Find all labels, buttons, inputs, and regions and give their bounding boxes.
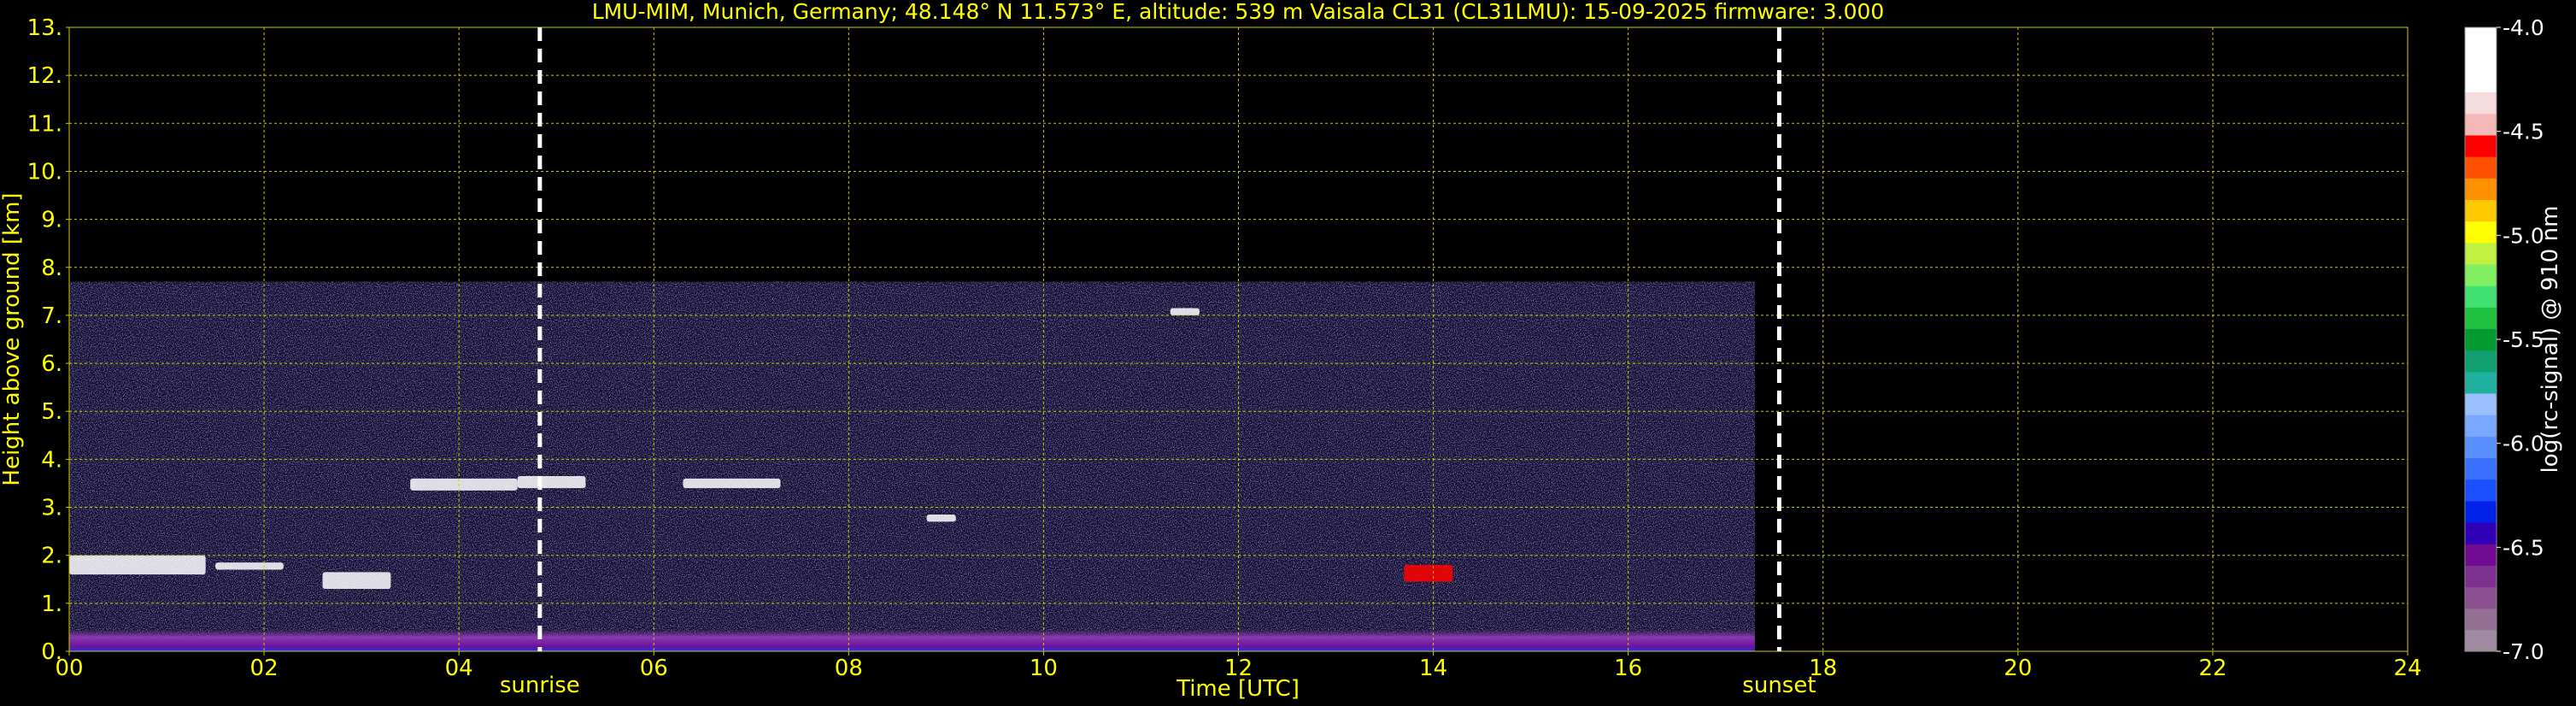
ceilometer-chart: sunrise sunset 0.1.2.3.4.5.6.7.8.9.10.11.…	[0, 0, 2576, 706]
colorbar-segment	[2465, 629, 2497, 652]
colorbar-segment	[2465, 221, 2497, 244]
cloud-feature-6	[683, 478, 781, 489]
colorbar-tick-label: -4.0	[2503, 15, 2544, 40]
colorbar-segment	[2465, 263, 2497, 286]
colorbar-segment	[2465, 608, 2497, 631]
y-tick-label: 12.	[27, 63, 62, 89]
colorbar-segment	[2465, 328, 2497, 351]
colorbar-segment	[2465, 242, 2497, 265]
colorbar-segment	[2465, 156, 2497, 179]
x-tick-label: 08	[835, 656, 863, 681]
colorbar-segment	[2465, 134, 2497, 157]
sunrise-label: sunrise	[500, 673, 580, 698]
colorbar-segment	[2465, 49, 2497, 71]
backscatter-field	[69, 281, 1755, 651]
colorbar-segment	[2465, 307, 2497, 330]
y-tick-label: 10.	[27, 159, 62, 185]
chart-title: LMU-MIM, Munich, Germany; 48.148° N 11.5…	[592, 0, 1885, 24]
x-tick-label: 24	[2393, 656, 2421, 681]
colorbar-segment	[2465, 91, 2497, 115]
cloud-feature-4	[410, 478, 518, 491]
x-tick-label: 16	[1614, 656, 1642, 681]
colorbar-tick-label: -6.5	[2503, 535, 2544, 560]
cloud-feature-7	[926, 514, 956, 522]
colorbar-segment	[2465, 285, 2497, 308]
y-tick-label: 9.	[41, 208, 62, 233]
x-tick-label: 04	[445, 656, 473, 681]
colorbar-segment	[2465, 565, 2497, 588]
y-tick-label: 11.	[27, 111, 62, 137]
y-tick-label: 13.	[27, 15, 62, 41]
signal-noise	[69, 281, 1755, 651]
x-tick-label: 20	[2004, 656, 2032, 681]
x-tick-label: 18	[1809, 656, 1837, 681]
y-axis-label: Height above ground [km]	[0, 192, 25, 485]
x-tick-label: 14	[1419, 656, 1447, 681]
x-tick-label: 22	[2198, 656, 2227, 681]
x-tick-label: 06	[640, 656, 668, 681]
colorbar-segment	[2465, 392, 2497, 415]
colorbar-label: log(rc-signal) @ 910 nm	[2538, 206, 2563, 474]
colorbar-segment	[2465, 586, 2497, 609]
colorbar-segment	[2465, 500, 2497, 523]
colorbar-segment	[2465, 178, 2497, 200]
y-tick-label: 1.	[41, 591, 62, 617]
cloud-feature-8	[1170, 308, 1200, 315]
cloud-feature-5	[517, 476, 586, 489]
colorbar-segment	[2465, 113, 2497, 136]
cloud-feature-2	[215, 562, 284, 570]
y-tick-label: 3.	[41, 496, 62, 521]
colorbar-segment	[2465, 521, 2497, 544]
colorbar-segment	[2465, 479, 2497, 502]
x-tick-label: 02	[250, 656, 279, 681]
x-tick-label: 10	[1030, 656, 1058, 681]
x-tick-label: 00	[55, 656, 83, 681]
sunset-label: sunset	[1742, 673, 1816, 698]
y-tick-label: 6.	[41, 351, 62, 377]
colorbar-segment	[2465, 457, 2497, 480]
cloud-feature-1	[69, 555, 206, 575]
colorbar-segment	[2465, 199, 2497, 222]
x-axis-label: Time [UTC]	[1176, 676, 1300, 702]
colorbar-segment	[2465, 70, 2497, 93]
colorbar-segment	[2465, 415, 2497, 437]
colorbar-segment	[2465, 436, 2497, 459]
cloud-feature-9	[1404, 564, 1453, 582]
surface-aerosol-layer	[69, 629, 1755, 651]
y-tick-label: 2.	[41, 544, 62, 569]
y-tick-label: 7.	[41, 303, 62, 329]
cloud-feature-3	[322, 572, 391, 589]
colorbar-segment	[2465, 27, 2497, 50]
colorbar-tick-label: -7.0	[2503, 639, 2544, 664]
y-tick-label: 4.	[41, 447, 62, 473]
y-tick-label: 8.	[41, 256, 62, 281]
colorbar-segment	[2465, 544, 2497, 566]
y-tick-label: 5.	[41, 399, 62, 425]
colorbar-segment	[2465, 350, 2497, 373]
colorbar-tick-label: -4.5	[2503, 120, 2544, 144]
colorbar-segment	[2465, 371, 2497, 394]
